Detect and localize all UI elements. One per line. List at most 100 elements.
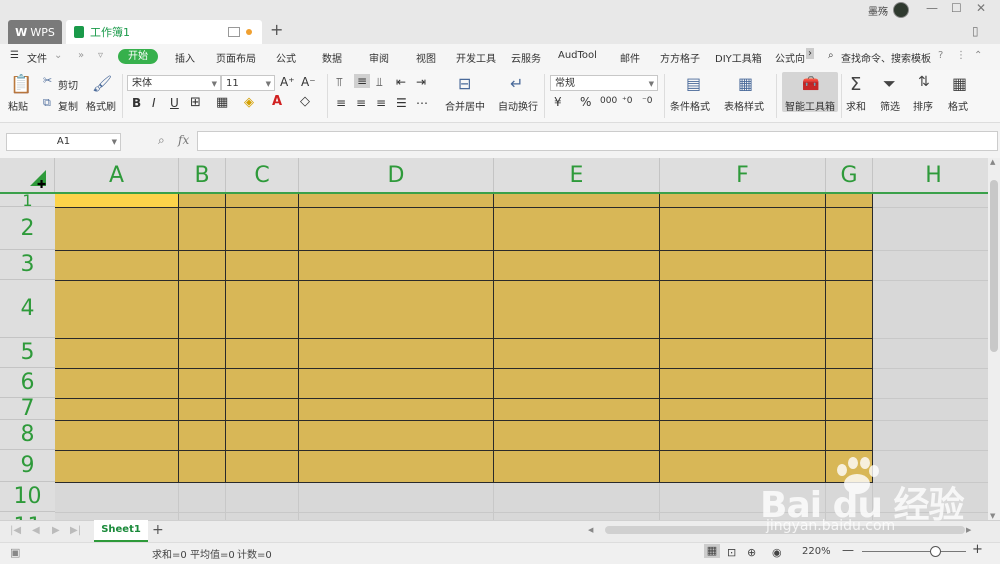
align-left-icon[interactable]: ≡ xyxy=(336,96,346,110)
percent-icon[interactable]: % xyxy=(580,95,591,109)
menu-scroll-right-icon[interactable]: › xyxy=(806,48,814,59)
next-sheet-icon[interactable]: ▶ xyxy=(52,525,60,536)
row-header-1[interactable]: 1 xyxy=(0,191,55,210)
column-header-f[interactable]: F xyxy=(660,158,826,193)
font-color-icon[interactable]: A xyxy=(272,94,282,109)
column-header-h[interactable]: H xyxy=(873,158,988,193)
minimize-icon[interactable]: — xyxy=(926,1,938,15)
normal-view-icon[interactable]: ▦ xyxy=(704,544,720,558)
row-header-11[interactable]: 11 xyxy=(0,512,55,520)
scroll-left-icon[interactable]: ◀ xyxy=(588,526,593,534)
indent-decrease-icon[interactable]: ⇤ xyxy=(396,75,406,89)
scissors-icon[interactable]: ✂ xyxy=(43,74,52,87)
column-header-d[interactable]: D xyxy=(299,158,494,193)
chevron-down-icon[interactable]: ▼ xyxy=(112,134,117,150)
formula-input[interactable] xyxy=(197,131,998,151)
collapse-ribbon-icon[interactable]: ⌃ xyxy=(974,50,982,61)
paste-icon[interactable]: 📋 xyxy=(10,74,32,95)
wrap-text-icon[interactable]: ↵ xyxy=(510,74,523,93)
fx-icon[interactable]: fx xyxy=(178,133,189,147)
menu-data[interactable]: 数据 xyxy=(322,50,342,65)
align-center-icon[interactable]: ≡ xyxy=(356,96,366,110)
currency-icon[interactable]: ¥ xyxy=(554,95,562,109)
quick-access-icon[interactable]: ▿ xyxy=(98,50,103,61)
row-header-5[interactable]: 5 xyxy=(0,338,55,368)
last-sheet-icon[interactable]: ▶| xyxy=(70,525,81,536)
column-header-e[interactable]: E xyxy=(494,158,660,193)
new-tab-plus-icon[interactable]: + xyxy=(270,20,283,39)
row-header-6[interactable]: 6 xyxy=(0,368,55,398)
macro-icon[interactable]: ▣ xyxy=(10,546,20,559)
hamburger-icon[interactable]: ☰ xyxy=(10,50,19,61)
increase-decimal-icon[interactable]: ⁺0 xyxy=(622,96,632,106)
column-header-c[interactable]: C xyxy=(226,158,299,193)
copy-icon[interactable]: ⧉ xyxy=(43,96,51,110)
table-style-icon[interactable]: ▦ xyxy=(738,74,753,93)
panel-toggle-icon[interactable]: ▯ xyxy=(972,24,979,38)
font-name-select[interactable]: 宋体 ▼ xyxy=(127,75,221,91)
align-top-icon[interactable]: ⫪ xyxy=(336,75,343,90)
zoom-slider-handle[interactable] xyxy=(930,546,941,557)
more-icon[interactable]: » xyxy=(78,50,84,61)
format-painter-icon[interactable]: 🖌 xyxy=(92,74,112,93)
monitor-icon[interactable] xyxy=(228,27,240,37)
paste-button[interactable]: 粘贴 xyxy=(8,98,28,113)
select-all-corner[interactable]: ✚ xyxy=(0,158,55,193)
column-header-a[interactable]: A xyxy=(55,158,179,193)
distributed-icon[interactable]: ⋯ xyxy=(416,96,428,110)
format-painter-button[interactable]: 格式刷 xyxy=(86,98,116,113)
search-commands[interactable]: 查找命令、搜索模板 xyxy=(841,50,931,65)
first-sheet-icon[interactable]: |◀ xyxy=(10,525,21,536)
zoom-formula-icon[interactable]: ⌕ xyxy=(158,133,165,148)
smart-toolbox-button[interactable]: 🧰 智能工具箱 xyxy=(782,72,838,113)
merge-center-button[interactable]: 合并居中 xyxy=(445,98,485,113)
column-header-g[interactable]: G xyxy=(826,158,873,193)
justify-icon[interactable]: ☰ xyxy=(396,96,407,110)
help-icon[interactable]: ? xyxy=(938,50,943,61)
conditional-format-button[interactable]: 条件格式 xyxy=(670,98,710,113)
column-header-b[interactable]: B xyxy=(179,158,226,193)
align-middle-icon[interactable]: ≡ xyxy=(354,74,370,88)
menu-page-layout[interactable]: 页面布局 xyxy=(216,50,256,65)
merge-cells-icon[interactable]: ⊟ xyxy=(458,74,471,93)
row-header-8[interactable]: 8 xyxy=(0,420,55,450)
cut-button[interactable]: 剪切 xyxy=(58,77,78,92)
increase-font-icon[interactable]: A⁺ xyxy=(280,75,295,89)
row-header-2[interactable]: 2 xyxy=(0,207,55,250)
menu-start[interactable]: 开始 xyxy=(118,49,158,64)
border-icon[interactable]: ⊞ xyxy=(190,95,201,110)
copy-button[interactable]: 复制 xyxy=(58,98,78,113)
row-header-9[interactable]: 9 xyxy=(0,450,55,482)
conditional-format-icon[interactable]: ▤ xyxy=(686,74,701,93)
underline-icon[interactable]: U xyxy=(170,96,179,110)
page-break-view-icon[interactable]: ⊡ xyxy=(727,546,736,559)
name-box[interactable]: A1 ▼ xyxy=(6,133,121,151)
menu-cloud[interactable]: 云服务 xyxy=(511,50,541,65)
menu-insert[interactable]: 插入 xyxy=(175,50,195,65)
menu-mail[interactable]: 邮件 xyxy=(620,50,640,65)
menu-diy-toolbox[interactable]: DIY工具箱 xyxy=(715,50,762,65)
align-right-icon[interactable]: ≡ xyxy=(376,96,386,110)
tab-workbook[interactable]: 工作簿1 xyxy=(66,20,262,44)
menu-file[interactable]: 文件 xyxy=(27,50,47,65)
menu-developer[interactable]: 开发工具 xyxy=(456,50,496,65)
zoom-slider-track[interactable] xyxy=(862,551,966,552)
row-header-4[interactable]: 4 xyxy=(0,280,55,338)
row-header-3[interactable]: 3 xyxy=(0,250,55,280)
font-size-select[interactable]: 11 ▼ xyxy=(221,75,275,91)
menu-fangfang[interactable]: 方方格子 xyxy=(660,50,700,65)
search-icon[interactable]: ⌕ xyxy=(828,50,834,61)
cell-style-icon[interactable]: ▦ xyxy=(216,95,228,110)
sheet-tab-sheet1[interactable]: Sheet1 xyxy=(94,520,148,542)
indent-increase-icon[interactable]: ⇥ xyxy=(416,75,426,89)
menu-formula-wizard[interactable]: 公式向 xyxy=(775,50,805,65)
chevron-down-icon[interactable]: ⌄ xyxy=(54,50,62,61)
close-icon[interactable]: ✕ xyxy=(976,1,986,15)
menu-audtool[interactable]: AudTool xyxy=(558,50,597,61)
scroll-up-icon[interactable]: ▲ xyxy=(990,158,995,166)
table-style-button[interactable]: 表格样式 xyxy=(724,98,764,113)
eye-protection-icon[interactable]: ◉ xyxy=(772,546,782,559)
fill-color-icon[interactable]: ◈ xyxy=(244,95,254,110)
decrease-decimal-icon[interactable]: ⁻0 xyxy=(642,96,652,106)
vertical-scroll-thumb[interactable] xyxy=(990,180,998,352)
